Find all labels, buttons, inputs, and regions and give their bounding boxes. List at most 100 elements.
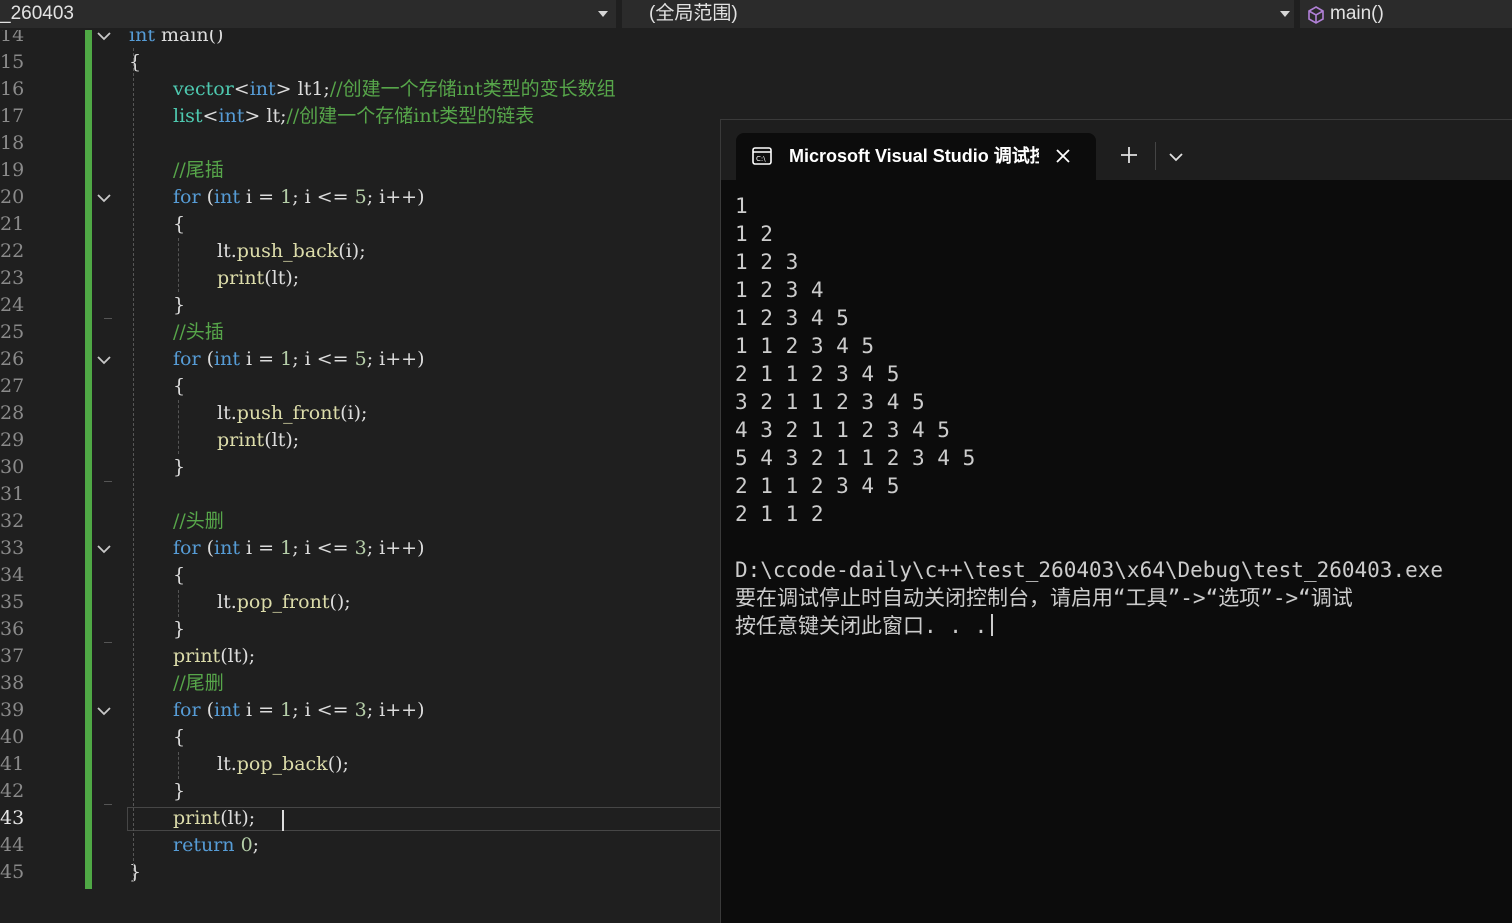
code-token: int <box>214 186 240 208</box>
line-number: 41 <box>0 753 25 775</box>
line-number: 14 <box>0 30 25 46</box>
method-icon <box>1307 5 1325 24</box>
fold-chevron-icon[interactable] <box>97 31 111 41</box>
console-line-text: 2 1 1 2 3 4 5 <box>735 362 900 386</box>
fold-chevron-icon[interactable] <box>97 544 111 554</box>
code-token: { <box>173 564 186 586</box>
code-token: int <box>129 30 155 46</box>
plus-icon[interactable] <box>1120 146 1138 164</box>
code-token: } <box>173 780 186 802</box>
console-line: 2 1 1 2 3 4 5 <box>735 360 1512 388</box>
code-token: int <box>249 78 276 100</box>
code-line: int main() <box>129 30 223 49</box>
code-token: ; <box>252 834 260 856</box>
code-token: (); <box>327 753 349 775</box>
close-icon[interactable] <box>1054 147 1072 165</box>
code-token: (lt); <box>264 429 300 451</box>
code-token: i = <box>239 537 281 559</box>
code-token: } <box>173 456 186 478</box>
code-token: //头删 <box>173 510 224 532</box>
fold-chevron-icon[interactable] <box>97 355 111 365</box>
code-token: int <box>214 348 240 370</box>
console-line: 3 2 1 1 2 3 4 5 <box>735 388 1512 416</box>
line-number: 43 <box>0 807 25 829</box>
debug-console-window[interactable]: C:\ Microsoft Visual Studio 调试控 1 1 2 1 2 … <box>720 119 1512 923</box>
code-token: list <box>173 105 203 127</box>
code-token: ( <box>200 699 215 721</box>
code-line: lt.pop_back(); <box>217 751 349 778</box>
indent-guide <box>178 400 179 454</box>
line-number: 34 <box>0 564 25 586</box>
code-token: (lt); <box>220 645 256 667</box>
chevron-down-icon <box>1280 11 1290 17</box>
console-line-text: 1 2 3 <box>735 250 799 274</box>
console-line: D:\ccode-daily\c++\test_260403\x64\Debug… <box>735 556 1512 584</box>
function-dropdown[interactable]: main() <box>1300 0 1512 28</box>
code-line: for (int i = 1; i <= 5; i++) <box>173 346 425 373</box>
console-line-text: D:\ccode-daily\c++\test_260403\x64\Debug… <box>735 558 1444 582</box>
chevron-down-icon[interactable] <box>1169 149 1183 162</box>
code-token: //尾删 <box>173 672 224 694</box>
project-dropdown-label: _260403 <box>0 3 74 24</box>
fold-scope-tick <box>104 481 112 482</box>
code-token: 0 <box>240 834 253 856</box>
svg-text:C:\: C:\ <box>756 155 766 163</box>
code-editor[interactable]: 14 15 16 17 18 19 20 21 22 23 24 25 26 27 28 29 30 31 32 33… <box>0 30 721 922</box>
code-token: 5 <box>354 186 367 208</box>
console-line-text: 要在调试停止时自动关闭控制台，请启用“工具”->“选项”->“调试 <box>735 586 1353 610</box>
scope-dropdown[interactable]: (全局范围) <box>622 0 1294 28</box>
code-token: ( <box>200 186 215 208</box>
code-token: int <box>214 699 240 721</box>
code-token: main() <box>154 30 224 46</box>
code-token: pop_back <box>236 753 328 775</box>
project-dropdown[interactable]: _260403 <box>0 0 616 28</box>
line-number: 35 <box>0 591 25 613</box>
console-tab[interactable]: C:\ Microsoft Visual Studio 调试控 <box>736 133 1096 180</box>
code-token: for <box>173 537 201 559</box>
code-line: lt.push_front(i); <box>217 400 367 427</box>
current-line-highlight <box>127 807 721 831</box>
line-number: 42 <box>0 780 25 802</box>
code-token: (i); <box>340 402 368 424</box>
line-number: 25 <box>0 321 25 343</box>
console-line-text: 4 3 2 1 1 2 3 4 5 <box>735 418 950 442</box>
code-token: for <box>173 699 201 721</box>
code-line: { <box>173 724 185 751</box>
code-line: //尾删 <box>173 670 224 697</box>
code-token: 3 <box>354 537 367 559</box>
code-token: ; i <= <box>292 537 355 559</box>
code-line: { <box>173 211 185 238</box>
code-token: ; i++) <box>366 537 425 559</box>
line-number: 21 <box>0 213 25 235</box>
code-token: } <box>173 618 186 640</box>
code-token: pop_front <box>236 591 330 613</box>
code-line: for (int i = 1; i <= 3; i++) <box>173 535 425 562</box>
code-line: print(lt); <box>217 265 299 292</box>
console-line-text: 1 1 2 3 4 5 <box>735 334 875 358</box>
code-token: lt. <box>217 591 237 613</box>
code-token: ; i <= <box>292 348 355 370</box>
fold-chevron-icon[interactable] <box>97 193 111 203</box>
console-line-text: 1 2 <box>735 222 773 246</box>
console-line: 2 1 1 2 3 4 5 <box>735 472 1512 500</box>
tab-separator <box>1155 142 1156 170</box>
code-token: ; i++) <box>366 348 425 370</box>
line-number: 29 <box>0 429 25 451</box>
console-title-bar: C:\ Microsoft Visual Studio 调试控 <box>721 120 1512 180</box>
scope-dropdown-label: (全局范围) <box>649 3 738 24</box>
code-line: { <box>129 49 141 76</box>
fold-chevron-icon[interactable] <box>97 706 111 716</box>
console-line-text: 3 2 1 1 2 3 4 5 <box>735 390 925 414</box>
console-line: 要在调试停止时自动关闭控制台，请启用“工具”->“选项”->“调试 <box>735 584 1512 612</box>
console-cursor <box>991 614 994 636</box>
code-token: push_back <box>236 240 339 262</box>
code-token: ( <box>200 537 215 559</box>
line-number: 39 <box>0 699 25 721</box>
line-number: 24 <box>0 294 25 316</box>
code-token: 1 <box>280 186 293 208</box>
code-line: { <box>173 373 185 400</box>
code-token: print <box>173 645 221 667</box>
line-number: 22 <box>0 240 25 262</box>
code-token: 1 <box>280 699 293 721</box>
code-token: lt. <box>217 402 237 424</box>
